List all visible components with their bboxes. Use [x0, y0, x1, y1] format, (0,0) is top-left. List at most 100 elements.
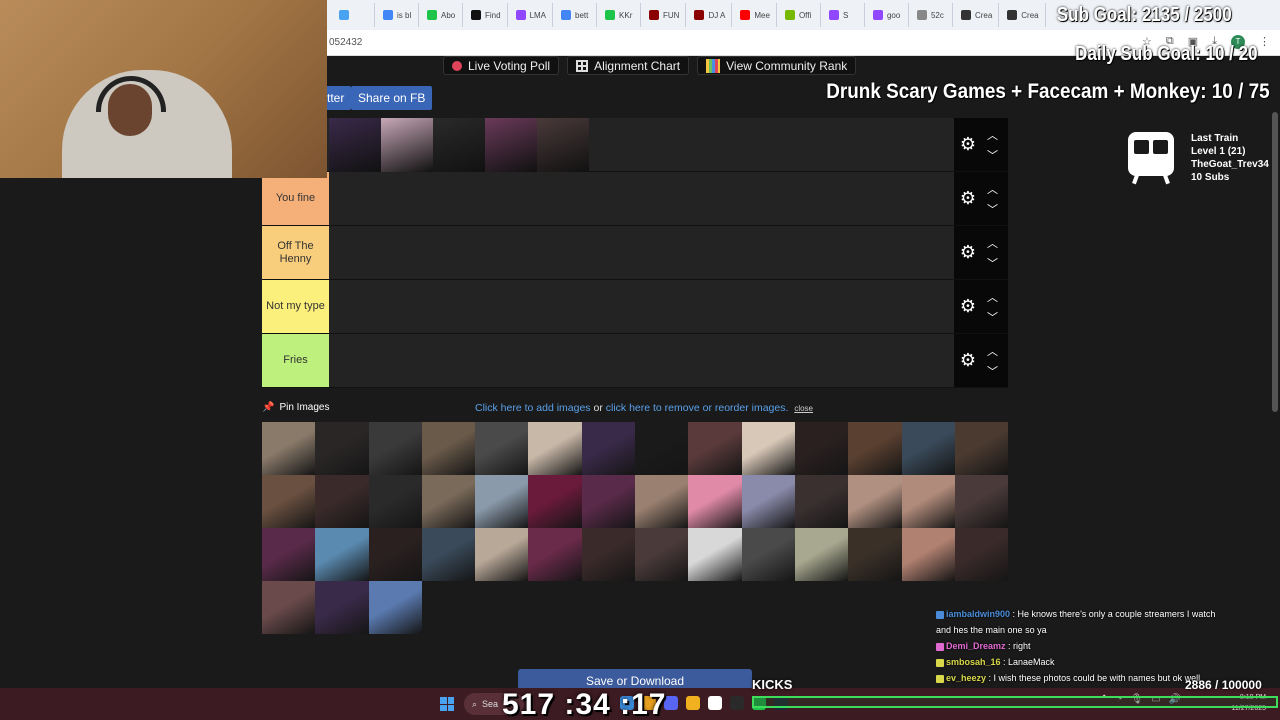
- close-link[interactable]: close: [794, 404, 813, 413]
- tier-image[interactable]: [485, 118, 537, 172]
- pool-image[interactable]: [475, 475, 529, 528]
- browser-tab[interactable]: S: [823, 3, 865, 27]
- pool-image[interactable]: [368, 581, 422, 634]
- menu-icon[interactable]: ⋮: [1259, 35, 1270, 49]
- pool-image[interactable]: [421, 475, 476, 528]
- browser-tab[interactable]: DJ A: [688, 3, 733, 27]
- chevron-up-icon[interactable]: ︿: [987, 343, 998, 359]
- pool-image[interactable]: [368, 422, 422, 475]
- chevron-up-icon[interactable]: ︿: [987, 235, 998, 251]
- chevron-up-icon[interactable]: ︿: [987, 127, 998, 143]
- pool-image[interactable]: [528, 475, 582, 528]
- pool-image[interactable]: [368, 528, 422, 581]
- pool-image[interactable]: [954, 528, 1009, 581]
- pool-image[interactable]: [635, 422, 689, 475]
- pool-image[interactable]: [901, 475, 955, 528]
- browser-tab[interactable]: Find: [465, 3, 508, 27]
- tier-items[interactable]: [329, 334, 954, 387]
- reorder-images-link[interactable]: click here to remove or reorder images.: [606, 402, 789, 414]
- browser-tab[interactable]: Offi: [779, 3, 821, 27]
- pool-image[interactable]: [315, 475, 369, 528]
- pool-image[interactable]: [421, 528, 476, 581]
- pool-image[interactable]: [581, 528, 636, 581]
- tier-items[interactable]: [329, 226, 954, 279]
- tier-image[interactable]: [329, 118, 381, 172]
- pool-image[interactable]: [901, 422, 955, 475]
- pool-image[interactable]: [475, 422, 529, 475]
- pool-image[interactable]: [901, 528, 955, 581]
- pool-image[interactable]: [848, 528, 902, 581]
- pool-image[interactable]: [848, 475, 902, 528]
- chevron-down-icon[interactable]: ﹀: [987, 201, 998, 217]
- browser-tab[interactable]: is bl: [377, 3, 419, 27]
- add-images-link[interactable]: Click here to add images: [475, 402, 591, 414]
- pool-image[interactable]: [315, 422, 369, 475]
- gear-icon[interactable]: ⚙: [958, 134, 978, 154]
- tier-image[interactable]: [537, 118, 589, 172]
- taskbar-app-icon[interactable]: [730, 696, 744, 710]
- gear-icon[interactable]: ⚙: [958, 296, 978, 316]
- pool-image[interactable]: [954, 422, 1009, 475]
- address-text[interactable]: 052432: [327, 37, 362, 48]
- pin-images[interactable]: 📌 Pin Images: [262, 402, 329, 413]
- pool-image[interactable]: [368, 475, 422, 528]
- browser-tab[interactable]: KKr: [599, 3, 642, 27]
- tier-label[interactable]: Fries: [262, 334, 329, 387]
- alignment-chart-button[interactable]: Alignment Chart: [567, 56, 690, 75]
- tier-image[interactable]: [381, 118, 433, 172]
- view-rank-button[interactable]: View Community Rank: [697, 56, 857, 75]
- browser-tab[interactable]: bett: [555, 3, 598, 27]
- pool-image[interactable]: [528, 422, 582, 475]
- tier-label[interactable]: Off The Henny: [262, 226, 329, 279]
- pool-image[interactable]: [794, 475, 849, 528]
- pool-image[interactable]: [741, 422, 795, 475]
- pool-image[interactable]: [262, 422, 316, 475]
- tier-label[interactable]: Not my type: [262, 280, 329, 333]
- pool-image[interactable]: [581, 475, 636, 528]
- pool-image[interactable]: [315, 581, 369, 634]
- pool-image[interactable]: [315, 528, 369, 581]
- pool-image[interactable]: [954, 475, 1009, 528]
- pool-image[interactable]: [794, 422, 849, 475]
- pool-image[interactable]: [688, 475, 742, 528]
- chevron-up-icon[interactable]: ︿: [987, 289, 998, 305]
- browser-tab[interactable]: Crea: [955, 3, 1000, 27]
- browser-tab[interactable]: [333, 3, 375, 27]
- pool-image[interactable]: [581, 422, 636, 475]
- pool-image[interactable]: [741, 528, 795, 581]
- pool-image[interactable]: [794, 528, 849, 581]
- browser-tab[interactable]: LMA: [510, 3, 554, 27]
- scrollbar[interactable]: [1272, 112, 1278, 412]
- browser-tab[interactable]: Mee: [734, 3, 777, 27]
- browser-tab[interactable]: FUN: [643, 3, 687, 27]
- pool-image[interactable]: [635, 475, 689, 528]
- pool-image[interactable]: [262, 581, 316, 634]
- browser-tab[interactable]: Crea: [1001, 3, 1046, 27]
- pool-image[interactable]: [528, 528, 582, 581]
- pool-image[interactable]: [262, 528, 316, 581]
- live-voting-button[interactable]: Live Voting Poll: [443, 56, 560, 75]
- browser-tab[interactable]: goo: [867, 3, 909, 27]
- tier-label[interactable]: You fine: [262, 172, 329, 225]
- tier-items[interactable]: [329, 280, 954, 333]
- pool-image[interactable]: [741, 475, 795, 528]
- pool-image[interactable]: [262, 475, 316, 528]
- taskbar-app-icon[interactable]: [686, 696, 700, 710]
- chevron-down-icon[interactable]: ﹀: [987, 309, 998, 325]
- chevron-down-icon[interactable]: ﹀: [987, 147, 998, 163]
- tier-image[interactable]: [433, 118, 485, 172]
- pool-image[interactable]: [635, 528, 689, 581]
- share-fb-button[interactable]: Share on FB: [351, 86, 433, 110]
- tier-items[interactable]: [329, 118, 954, 172]
- windows-start-icon[interactable]: [440, 697, 454, 711]
- chevron-up-icon[interactable]: ︿: [987, 181, 998, 197]
- pool-image[interactable]: [848, 422, 902, 475]
- pool-image[interactable]: [475, 528, 529, 581]
- pool-image[interactable]: [688, 422, 742, 475]
- gear-icon[interactable]: ⚙: [958, 188, 978, 208]
- browser-tab[interactable]: 52c: [911, 3, 953, 27]
- taskbar-app-icon[interactable]: [708, 696, 722, 710]
- pool-image[interactable]: [421, 422, 476, 475]
- gear-icon[interactable]: ⚙: [958, 242, 978, 262]
- gear-icon[interactable]: ⚙: [958, 350, 978, 370]
